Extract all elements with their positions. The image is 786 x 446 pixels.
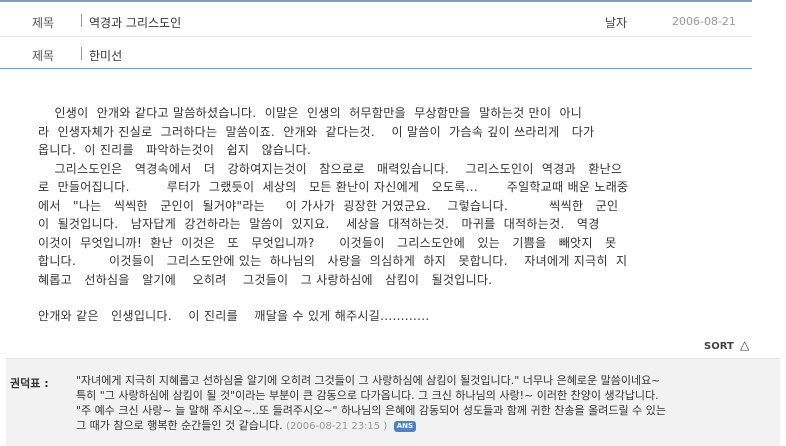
body-line: 인생이 안개와 같다고 말씀하셨습니다. 이말은 인생의 허무함만을 무상함만을… bbox=[38, 106, 583, 120]
body-line: 옵니다. 이 진리를 파악하는것이 쉽지 않습니다. bbox=[38, 143, 312, 157]
author-label: 제목 bbox=[32, 49, 55, 63]
header-top-rule bbox=[0, 0, 752, 2]
body-line: 안개와 같은 인생입니다. 이 진리를 깨달을 수 있게 해주시길.......… bbox=[38, 309, 430, 323]
author-row: 제목 한미선 bbox=[0, 38, 752, 70]
post-date: 2006-08-21 bbox=[672, 15, 736, 28]
date-label: 날자 bbox=[605, 16, 628, 30]
body-line: 이것이 무엇입니까! 환난 이것은 또 무엇입니까? 이것들이 그리스도안에 있… bbox=[38, 235, 617, 250]
comment-line: 그 때가 참으로 행복한 순간들인 것 같습니다. bbox=[76, 419, 283, 432]
body-line: 그리스도인은 역경속에서 더 강하여지는것이 참으로로 매력있습니다. 그리스도… bbox=[38, 161, 623, 176]
header-bottom-rule bbox=[0, 68, 752, 69]
post-author: 한미선 bbox=[89, 49, 123, 63]
comment-line: "자녀에게 지극히 지혜롭고 선하심을 알기에 오히려 그것들이 그 사랑하심에… bbox=[76, 374, 661, 387]
body-line: 이 될것입니다. 남자답게 강건하라는 말씀이 있지요. 세상을 대적하는것. … bbox=[38, 217, 600, 231]
comment-section: 권덕표 : "자녀에게 지극히 지혜롭고 선하심을 알기에 오히려 그것들이 그… bbox=[6, 358, 780, 446]
comment-author: 권덕표 : bbox=[10, 377, 49, 390]
body-line: 라 인생자체가 진실로 그러하다는 말씀이죠. 안개와 같다는것. 이 말씀이 … bbox=[38, 124, 595, 139]
body-line: 혜롭고 선하심을 알기에 오히려 그것들이 그 사랑하심에 삼킴이 될것입니다. bbox=[38, 272, 493, 287]
title-separator bbox=[81, 14, 82, 27]
post-title: 역경과 그리스도인 bbox=[89, 16, 182, 30]
author-separator bbox=[81, 47, 82, 60]
post-body: 인생이 안개와 같다고 말씀하셨습니다. 이말은 인생의 허무함만을 무상함만을… bbox=[38, 104, 722, 326]
sort-button[interactable]: SORT bbox=[704, 341, 734, 352]
body-line: 에서 "나는 씩씩한 군인이 될거야"라는 이 가사가 굉장한 거였군요. 그렇… bbox=[38, 198, 619, 213]
title-label: 제목 bbox=[32, 16, 55, 30]
title-row: 제목 역경과 그리스도인 날자 2006-08-21 bbox=[0, 5, 752, 37]
body-line: 로 만들어집니다. 루터가 그랬듯이 세상의 모든 환난이 자신에게 오도록..… bbox=[38, 180, 629, 194]
comment-line: 특히 "그 사랑하심에 삼킴이 될 것"이라는 부분이 큰 감동으로 다가옵니다… bbox=[76, 389, 659, 402]
comment-last-line: 그 때가 참으로 행복한 순간들인 것 같습니다. (2006-08-21 23… bbox=[76, 418, 776, 434]
reply-badge-button[interactable]: ANS bbox=[393, 421, 417, 432]
comment-line: "주 예수 크신 사랑~ 늘 말해 주시오~..또 들려주시오~" 하나님의 은… bbox=[76, 404, 666, 417]
sort-arrow-icon[interactable]: △ bbox=[740, 338, 749, 352]
comment-text: "자녀에게 지극히 지혜롭고 선하심을 알기에 오히려 그것들이 그 사랑하심에… bbox=[76, 373, 776, 434]
comment-timestamp: (2006-08-21 23:15 ) bbox=[286, 421, 388, 432]
body-line: 합니다. 이것들이 그리스도안에 있는 하나님의 사랑을 의심하게 하지 못합니… bbox=[38, 254, 628, 268]
